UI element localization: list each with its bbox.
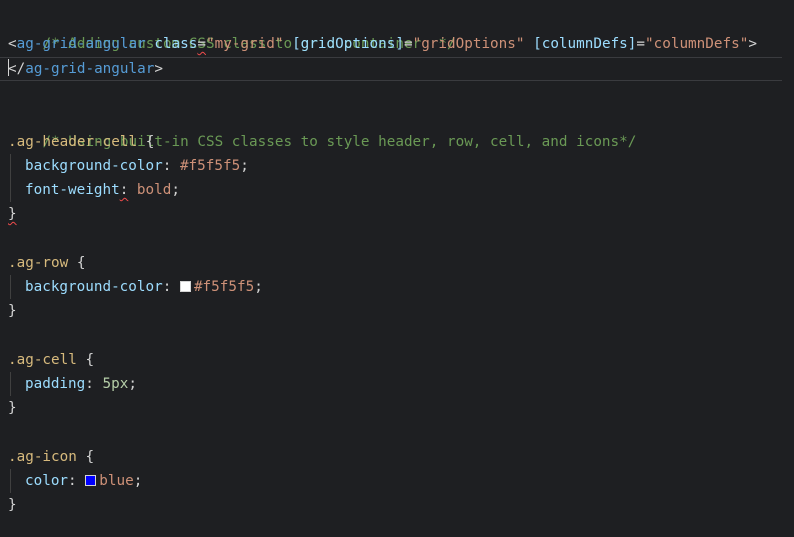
css-selector: .ag-header-cell xyxy=(8,134,138,150)
semicolon: ; xyxy=(240,158,249,174)
attr-grid-options-value: "gridOptions" xyxy=(412,36,525,52)
css-selector: .ag-row xyxy=(8,255,69,271)
css-value: 5px xyxy=(102,376,129,392)
code-line-7[interactable]: background-color: #f5f5f5; xyxy=(0,154,794,178)
tag-slash: / xyxy=(16,61,26,77)
css-property: background-color xyxy=(25,158,163,174)
tag-close-bracket: > xyxy=(154,61,163,77)
css-selector: .ag-icon xyxy=(8,449,77,465)
code-line-16[interactable]: padding: 5px; xyxy=(0,372,794,396)
attr-grid-options: [gridOptions] xyxy=(292,36,404,52)
close-brace: } xyxy=(8,206,17,222)
css-value: #f5f5f5 xyxy=(179,158,241,174)
code-line-21[interactable]: } xyxy=(0,493,794,517)
css-property: color xyxy=(25,473,69,489)
attr-equals: = xyxy=(197,36,206,52)
tag-open-bracket: < xyxy=(8,61,17,77)
open-brace: { xyxy=(76,255,86,271)
semicolon: ; xyxy=(128,376,137,392)
colon: : xyxy=(119,182,129,198)
colon: : xyxy=(162,279,172,295)
attr-equals: = xyxy=(403,36,413,52)
attr-class: class xyxy=(154,36,198,52)
code-line-5[interactable]: /* Using built-in CSS classes to style h… xyxy=(0,106,794,150)
attr-column-defs: [columnDefs] xyxy=(533,36,637,52)
code-line-6[interactable]: .ag-header-cell { xyxy=(0,130,794,154)
tag-name: ag-grid-angular xyxy=(25,61,155,77)
color-swatch-icon[interactable] xyxy=(179,281,191,292)
open-brace: { xyxy=(85,352,95,368)
colon: : xyxy=(162,158,172,174)
code-line-19[interactable]: .ag-icon { xyxy=(0,445,794,469)
code-line-3[interactable]: </ag-grid-angular> xyxy=(0,57,782,81)
attr-column-defs-value: "columnDefs" xyxy=(645,36,749,52)
code-line-20[interactable]: color: blue; xyxy=(0,469,794,493)
code-line-8[interactable]: font-weight: bold; xyxy=(0,178,794,202)
tag-close-bracket: > xyxy=(748,36,757,52)
code-line-11[interactable]: .ag-row { xyxy=(0,251,794,275)
css-value: blue xyxy=(99,473,134,489)
css-property: padding xyxy=(25,376,86,392)
code-line-12[interactable]: background-color: #f5f5f5; xyxy=(0,275,794,299)
css-value: #f5f5f5 xyxy=(193,279,255,295)
code-line-1[interactable]: /* Adding custom CSS class to grid conta… xyxy=(0,8,794,52)
code-line-2[interactable]: <ag-grid-angular class="my-grid" [gridOp… xyxy=(0,32,794,56)
code-line-9[interactable]: } xyxy=(0,202,794,226)
code-line-17[interactable]: } xyxy=(0,396,794,420)
semicolon: ; xyxy=(254,279,263,295)
colon: : xyxy=(85,376,94,392)
close-brace: } xyxy=(8,400,17,416)
colon: : xyxy=(68,473,77,489)
open-brace: { xyxy=(85,449,95,465)
tag-open-bracket: < xyxy=(8,36,17,52)
tag-name: ag-grid-angular xyxy=(16,36,146,52)
semicolon: ; xyxy=(133,473,143,489)
close-brace: } xyxy=(8,497,17,513)
css-property: font-weight xyxy=(25,182,120,198)
semicolon: ; xyxy=(171,182,180,198)
open-brace: { xyxy=(145,134,155,150)
attr-class-value: "my-grid" xyxy=(206,36,284,52)
css-value: bold xyxy=(136,182,172,198)
color-swatch-icon[interactable] xyxy=(85,475,97,486)
code-line-15[interactable]: .ag-cell { xyxy=(0,348,794,372)
code-line-13[interactable]: } xyxy=(0,299,794,323)
css-property: background-color xyxy=(25,279,163,295)
attr-equals: = xyxy=(636,36,646,52)
code-editor[interactable]: /* Adding custom CSS class to grid conta… xyxy=(0,0,794,537)
close-brace: } xyxy=(8,303,17,319)
css-selector: .ag-cell xyxy=(8,352,77,368)
